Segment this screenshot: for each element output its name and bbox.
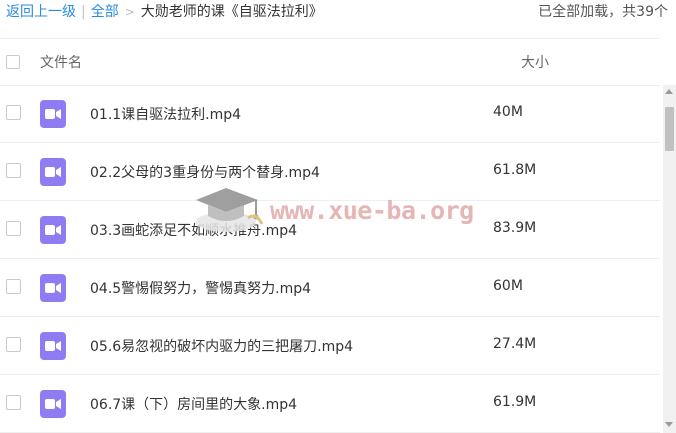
scroll-down-arrow-icon[interactable]: [665, 422, 673, 427]
file-size: 61.9M: [493, 394, 537, 410]
file-name[interactable]: 05.6易忽视的破坏内驱力的三把屠刀.mp4: [90, 336, 353, 356]
row-checkbox[interactable]: [6, 337, 21, 352]
column-header-name[interactable]: 文件名: [40, 52, 82, 72]
file-row[interactable]: 06.7课（下）房间里的大象.mp4 61.9M: [0, 375, 660, 433]
file-list-header: 文件名 大小: [0, 38, 660, 86]
video-file-icon: [40, 158, 66, 186]
file-size: 60M: [493, 278, 523, 294]
file-list: 01.1课自驱法拉利.mp4 40M 02.2父母的3重身份与两个替身.mp4 …: [0, 85, 660, 433]
row-checkbox[interactable]: [6, 163, 21, 178]
vertical-scrollbar[interactable]: [663, 85, 676, 433]
video-file-icon: [40, 100, 66, 128]
back-link[interactable]: 返回上一级: [6, 4, 76, 20]
video-file-icon: [40, 332, 66, 360]
file-name[interactable]: 02.2父母的3重身份与两个替身.mp4: [90, 162, 320, 182]
file-size: 61.8M: [493, 162, 537, 178]
file-name[interactable]: 04.5警惕假努力，警惕真努力.mp4: [90, 278, 311, 298]
column-header-size[interactable]: 大小: [521, 52, 549, 72]
scroll-up-arrow-icon[interactable]: [665, 89, 673, 94]
row-checkbox[interactable]: [6, 221, 21, 236]
file-name[interactable]: 01.1课自驱法拉利.mp4: [90, 104, 241, 124]
current-folder-title: 大勋老师的课《自驱法拉利》: [140, 4, 323, 20]
video-file-icon: [40, 390, 66, 418]
select-all-checkbox[interactable]: [6, 55, 20, 69]
load-status: 已全部加载，共39个: [538, 4, 668, 20]
watermark: www.xue-ba.org: [190, 182, 490, 238]
file-size: 83.9M: [493, 220, 537, 236]
row-checkbox[interactable]: [6, 105, 21, 120]
row-checkbox[interactable]: [6, 279, 21, 294]
breadcrumb: 返回上一级 | 全部 > 大勋老师的课《自驱法拉利》 已全部加载，共39个: [0, 0, 676, 24]
scroll-thumb[interactable]: [665, 107, 674, 151]
file-row[interactable]: 01.1课自驱法拉利.mp4 40M: [0, 85, 660, 143]
file-row[interactable]: 04.5警惕假努力，警惕真努力.mp4 60M: [0, 259, 660, 317]
breadcrumb-arrow: >: [124, 5, 135, 19]
video-file-icon: [40, 274, 66, 302]
breadcrumb-path: 返回上一级 | 全部 > 大勋老师的课《自驱法拉利》: [6, 0, 323, 24]
row-checkbox[interactable]: [6, 395, 21, 410]
video-file-icon: [40, 216, 66, 244]
breadcrumb-separator: |: [81, 4, 86, 20]
watermark-text: www.xue-ba.org: [270, 196, 474, 225]
file-size: 40M: [493, 104, 523, 120]
file-row[interactable]: 05.6易忽视的破坏内驱力的三把屠刀.mp4 27.4M: [0, 317, 660, 375]
file-size: 27.4M: [493, 336, 537, 352]
file-name[interactable]: 06.7课（下）房间里的大象.mp4: [90, 394, 297, 414]
graduation-cap-icon: [196, 188, 264, 232]
all-files-link[interactable]: 全部: [91, 4, 119, 20]
